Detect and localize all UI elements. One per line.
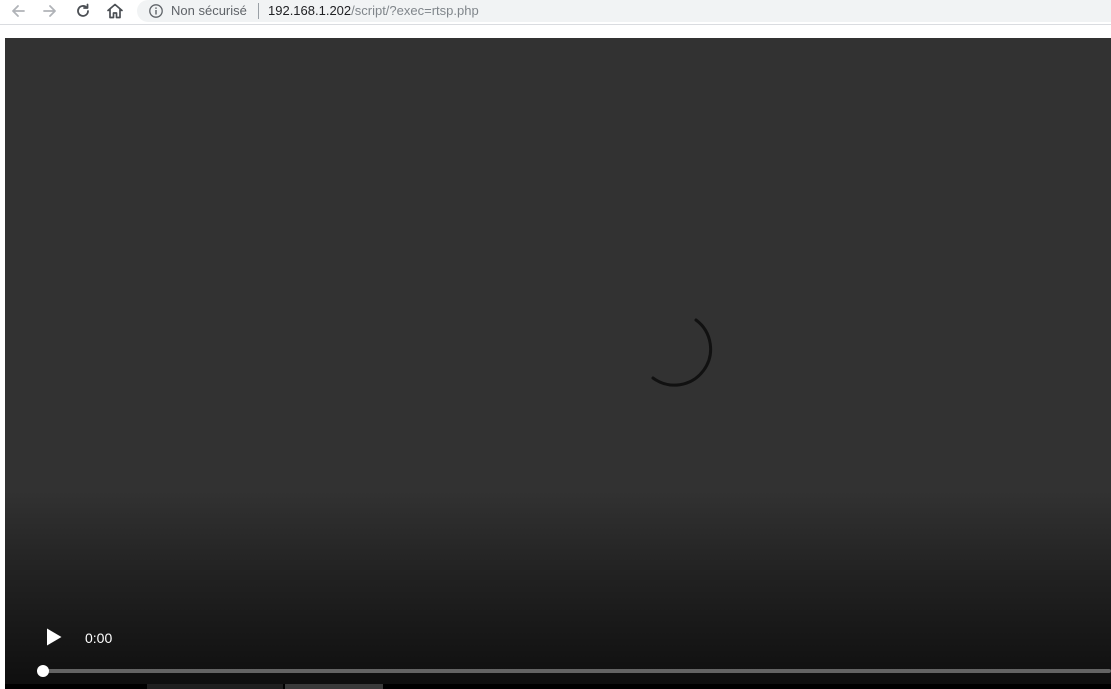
back-button[interactable]: [6, 0, 30, 22]
controls-gradient: [5, 490, 1111, 689]
horizontal-scrollbar[interactable]: [5, 684, 1111, 689]
scrollbar-thumb[interactable]: [285, 684, 383, 689]
security-status-label[interactable]: Non sécurisé: [171, 3, 247, 19]
info-icon[interactable]: [148, 3, 164, 19]
toolbar-divider: [0, 24, 1111, 25]
scrollbar-track-segment: [147, 684, 283, 689]
url-path: /script/?exec=rtsp.php: [351, 3, 479, 18]
play-icon: [47, 628, 62, 646]
play-button[interactable]: [41, 622, 67, 652]
address-bar[interactable]: Non sécurisé 192.168.1.202/script/?exec=…: [137, 0, 1111, 22]
arrow-right-icon: [43, 5, 56, 17]
reload-button[interactable]: [71, 0, 95, 22]
forward-button[interactable]: [38, 0, 62, 22]
current-time: 0:00: [85, 630, 113, 646]
progress-thumb[interactable]: [37, 665, 49, 677]
video-player[interactable]: 0:00: [5, 38, 1111, 689]
url-host: 192.168.1.202: [268, 3, 352, 18]
progress-bar[interactable]: [43, 669, 1111, 673]
browser-toolbar: Non sécurisé 192.168.1.202/script/?exec=…: [0, 0, 1111, 24]
url-text[interactable]: 192.168.1.202/script/?exec=rtsp.php: [268, 3, 479, 19]
home-button[interactable]: [103, 0, 127, 22]
reload-icon: [77, 3, 89, 17]
browser-window: Non sécurisé 192.168.1.202/script/?exec=…: [0, 0, 1111, 689]
omnibox-separator: [258, 3, 259, 19]
loading-spinner-icon: [651, 318, 713, 387]
home-icon: [107, 3, 123, 19]
arrow-left-icon: [12, 5, 25, 17]
